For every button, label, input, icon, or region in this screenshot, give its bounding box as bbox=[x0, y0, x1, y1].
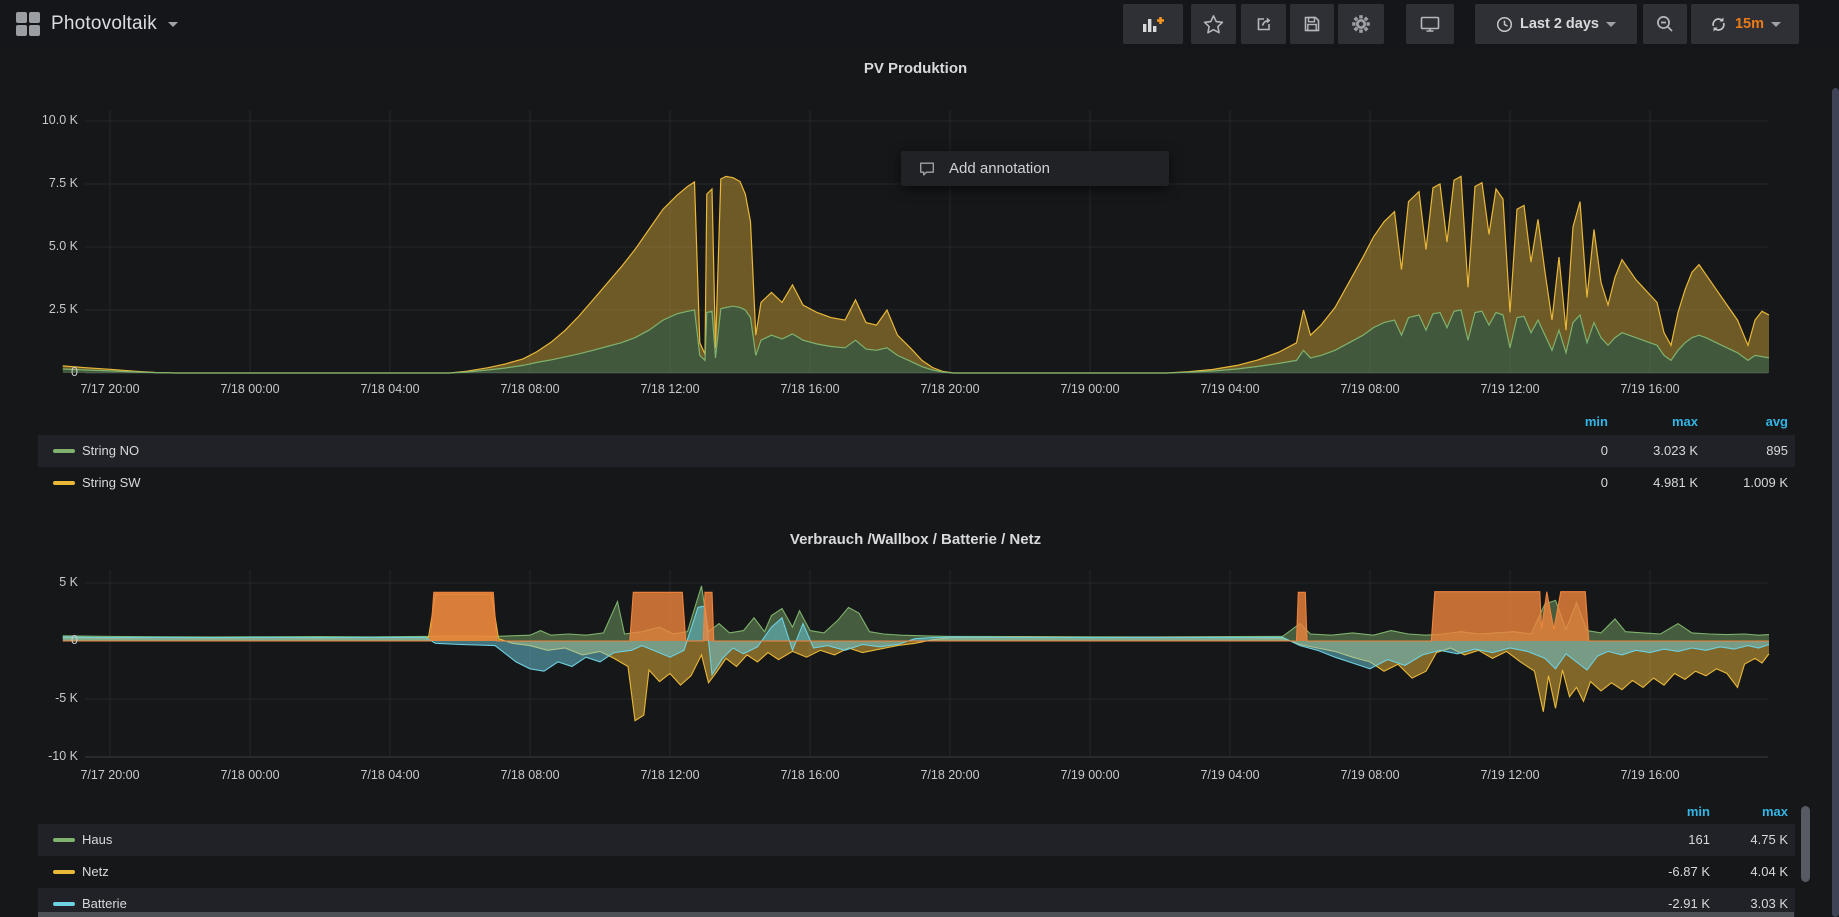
x-axis-tick-label: 7/19 04:00 bbox=[1185, 382, 1275, 396]
time-range-caret-icon bbox=[1606, 22, 1616, 27]
legend-value: 895 bbox=[1668, 443, 1788, 458]
cycle-view-mode-button[interactable] bbox=[1406, 4, 1454, 44]
x-axis-tick-label: 7/19 04:00 bbox=[1185, 768, 1275, 782]
legend-header-max: max bbox=[1668, 804, 1788, 819]
x-axis-tick-label: 7/18 12:00 bbox=[625, 382, 715, 396]
save-dashboard-button[interactable] bbox=[1290, 4, 1334, 44]
clock-icon bbox=[1496, 16, 1513, 33]
legend-series-label[interactable]: Batterie bbox=[82, 896, 127, 911]
legend-value: 1.009 K bbox=[1668, 475, 1788, 490]
legend-row[interactable]: Haus1614.75 K bbox=[38, 824, 1795, 856]
legend-row[interactable]: Netz-6.87 K4.04 K bbox=[38, 856, 1795, 888]
star-icon bbox=[1203, 14, 1224, 35]
legend-series-label[interactable]: Netz bbox=[82, 864, 109, 879]
y-axis-tick-label: 7.5 K bbox=[0, 176, 78, 190]
legend-row[interactable]: String SW04.981 K1.009 K bbox=[38, 467, 1795, 499]
grafana-dashboard: Photovoltaik bbox=[0, 0, 1839, 917]
x-axis-tick-label: 7/17 20:00 bbox=[65, 768, 155, 782]
y-axis-tick-label: 5.0 K bbox=[0, 239, 78, 253]
legend-series-label[interactable]: String SW bbox=[82, 475, 141, 490]
navbar: Photovoltaik bbox=[0, 0, 1839, 48]
y-axis-tick-label: 2.5 K bbox=[0, 302, 78, 316]
refresh-caret-icon bbox=[1771, 22, 1781, 27]
x-axis-tick-label: 7/18 04:00 bbox=[345, 382, 435, 396]
time-range-label: Last 2 days bbox=[1520, 16, 1599, 32]
y-axis-tick-label: 10.0 K bbox=[0, 113, 78, 127]
x-axis-tick-label: 7/18 00:00 bbox=[205, 382, 295, 396]
x-axis-tick-label: 7/17 20:00 bbox=[65, 382, 155, 396]
x-axis-tick-label: 7/18 16:00 bbox=[765, 768, 855, 782]
legend-value: 4.75 K bbox=[1668, 832, 1788, 847]
y-axis-tick-label: -5 K bbox=[0, 691, 78, 705]
y-axis-tick-label: 0 bbox=[0, 633, 78, 647]
dashboards-grid-icon[interactable] bbox=[16, 12, 40, 36]
legend-value: 4.04 K bbox=[1668, 864, 1788, 879]
x-axis-tick-label: 7/18 08:00 bbox=[485, 768, 575, 782]
add-panel-icon bbox=[1141, 14, 1165, 34]
x-axis-tick-label: 7/18 00:00 bbox=[205, 768, 295, 782]
comment-icon bbox=[918, 160, 936, 178]
x-axis-tick-label: 7/19 00:00 bbox=[1045, 768, 1135, 782]
series-color-dash bbox=[53, 870, 75, 874]
x-axis-tick-label: 7/19 12:00 bbox=[1465, 768, 1555, 782]
x-axis-tick-label: 7/19 12:00 bbox=[1465, 382, 1555, 396]
zoom-out-icon bbox=[1655, 14, 1675, 34]
series-color-dash bbox=[53, 449, 75, 453]
panel-title-pv-produktion[interactable]: PV Produktion bbox=[0, 60, 1831, 77]
x-axis-tick-label: 7/18 08:00 bbox=[485, 382, 575, 396]
dashboard-settings-button[interactable] bbox=[1338, 4, 1384, 44]
refresh-interval-label: 15m bbox=[1735, 16, 1764, 32]
refresh-picker[interactable]: 15m bbox=[1691, 4, 1799, 44]
legend-value: 3.03 K bbox=[1668, 896, 1788, 911]
series-color-dash bbox=[53, 838, 75, 842]
annotation-context-menu: Add annotation bbox=[901, 151, 1169, 186]
horizontal-scrollbar[interactable] bbox=[38, 912, 1794, 917]
legend-row[interactable]: String NO03.023 K895 bbox=[38, 435, 1795, 467]
x-axis-tick-label: 7/18 04:00 bbox=[345, 768, 435, 782]
refresh-icon bbox=[1709, 15, 1728, 34]
x-axis-tick-label: 7/18 12:00 bbox=[625, 768, 715, 782]
x-axis-tick-label: 7/18 20:00 bbox=[905, 382, 995, 396]
series-color-dash bbox=[53, 481, 75, 485]
dashboard-title-caret-icon[interactable] bbox=[168, 22, 178, 27]
time-range-picker[interactable]: Last 2 days bbox=[1475, 4, 1637, 44]
share-icon bbox=[1254, 14, 1274, 34]
x-axis-tick-label: 7/19 08:00 bbox=[1325, 768, 1415, 782]
y-axis-tick-label: 5 K bbox=[0, 575, 78, 589]
gear-icon bbox=[1350, 13, 1372, 35]
series-color-dash bbox=[53, 902, 75, 906]
legend-header-avg: avg bbox=[1668, 414, 1788, 429]
x-axis-tick-label: 7/19 08:00 bbox=[1325, 382, 1415, 396]
add-panel-button[interactable] bbox=[1123, 4, 1183, 44]
x-axis-tick-label: 7/18 16:00 bbox=[765, 382, 855, 396]
panel-title-verbrauch[interactable]: Verbrauch /Wallbox / Batterie / Netz bbox=[0, 531, 1831, 548]
x-axis-tick-label: 7/19 16:00 bbox=[1605, 768, 1695, 782]
zoom-out-time-button[interactable] bbox=[1643, 4, 1687, 44]
y-axis-tick-label: -10 K bbox=[0, 749, 78, 763]
add-annotation-item[interactable]: Add annotation bbox=[949, 160, 1050, 177]
save-icon bbox=[1302, 14, 1322, 34]
monitor-icon bbox=[1419, 14, 1441, 34]
page-scrollbar-thumb[interactable] bbox=[1832, 88, 1839, 917]
share-dashboard-button[interactable] bbox=[1241, 4, 1286, 44]
x-axis-tick-label: 7/19 00:00 bbox=[1045, 382, 1135, 396]
mark-favorite-button[interactable] bbox=[1191, 4, 1236, 44]
navbar-left: Photovoltaik bbox=[16, 0, 178, 48]
dashboard-title[interactable]: Photovoltaik bbox=[51, 13, 157, 35]
legend-series-label[interactable]: String NO bbox=[82, 443, 139, 458]
x-axis-tick-label: 7/19 16:00 bbox=[1605, 382, 1695, 396]
x-axis-tick-label: 7/18 20:00 bbox=[905, 768, 995, 782]
y-axis-tick-label: 0 bbox=[0, 365, 78, 379]
legend-series-label[interactable]: Haus bbox=[82, 832, 112, 847]
legend-scrollbar-thumb[interactable] bbox=[1801, 806, 1810, 882]
